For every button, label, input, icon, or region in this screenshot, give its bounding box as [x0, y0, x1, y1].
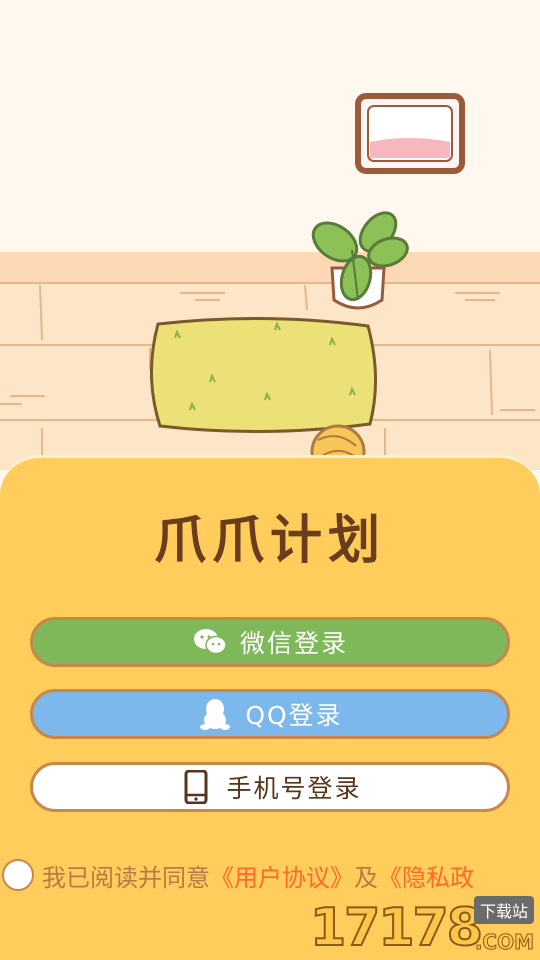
agreement-conjunction: 及 — [354, 863, 378, 892]
qq-login-button[interactable]: QQ登录 — [30, 689, 510, 739]
radio-unchecked-icon[interactable] — [2, 859, 34, 891]
qq-login-label: QQ登录 — [245, 701, 343, 730]
app-title: 爪爪计划 — [153, 511, 386, 571]
wall-frame-icon — [355, 93, 465, 174]
watermark-number: 17178 — [309, 897, 484, 959]
room-decor — [0, 93, 540, 470]
site-watermark: 17178 下载站 .COM — [309, 896, 536, 959]
potted-plant-icon — [311, 211, 409, 310]
agreement-prefix: 我已阅读并同意 — [42, 863, 210, 892]
watermark-tag: 下载站 — [473, 896, 534, 924]
privacy-policy-link[interactable]: 《隐私政 — [378, 858, 474, 893]
phone-icon — [178, 769, 214, 805]
phone-login-label: 手机号登录 — [226, 774, 362, 803]
wechat-login-label: 微信登录 — [239, 629, 348, 658]
qq-penguin-icon — [197, 696, 233, 732]
wechat-login-button[interactable]: 微信登录 — [30, 617, 510, 667]
watermark-domain: .COM — [474, 930, 534, 955]
rug-icon — [149, 316, 378, 434]
room-illustration — [0, 0, 540, 470]
wechat-icon — [192, 624, 228, 660]
agreement-row: 我已阅读并同意 《用户协议》 及 《隐私政 — [2, 858, 540, 892]
phone-login-button[interactable]: 手机号登录 — [30, 762, 510, 812]
user-agreement-link[interactable]: 《用户协议》 — [210, 858, 354, 893]
